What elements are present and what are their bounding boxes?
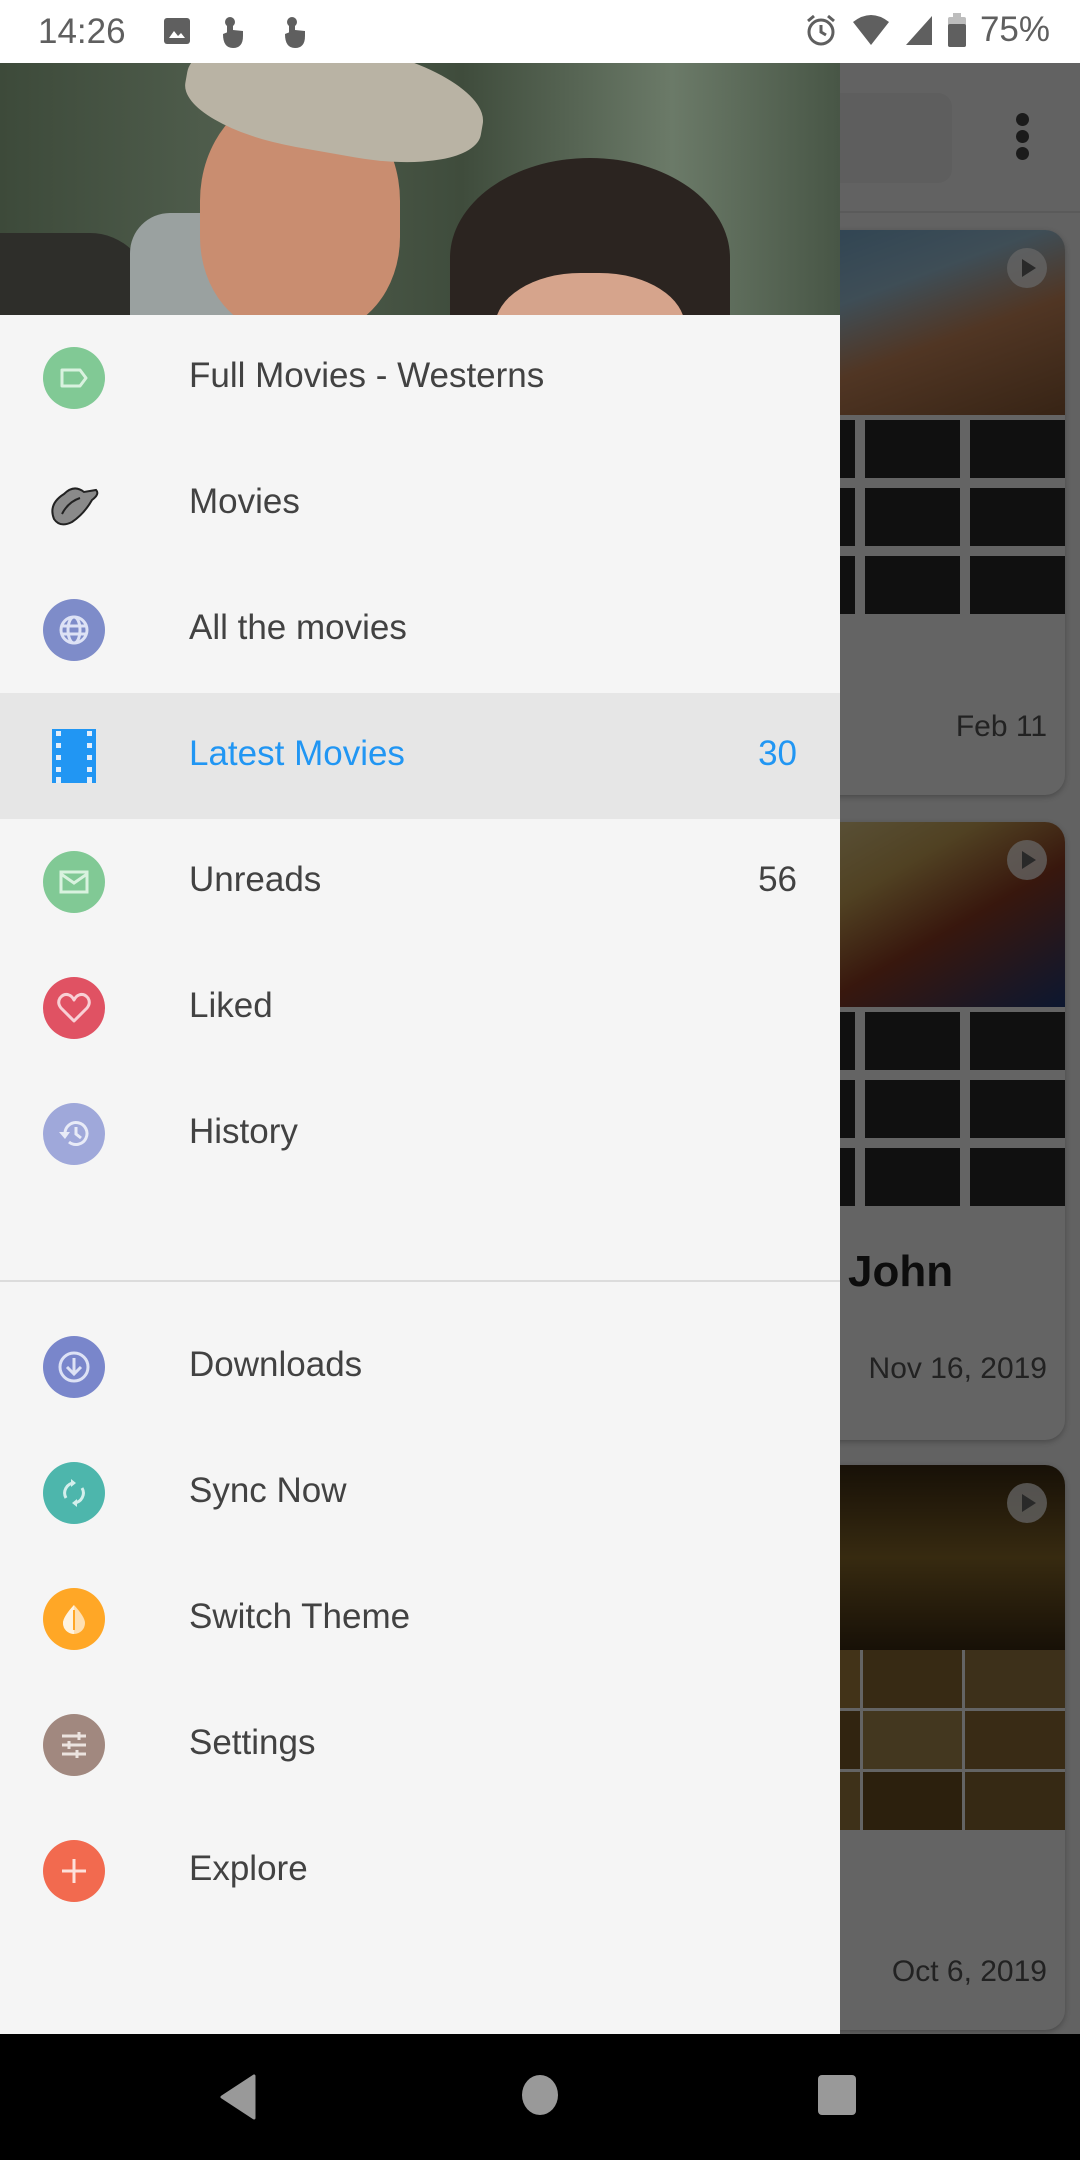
menu-item-unreads[interactable]: Unreads 56 <box>0 819 840 945</box>
home-icon[interactable] <box>522 2074 558 2116</box>
menu-item-switch-theme[interactable]: Switch Theme <box>0 1556 840 1682</box>
back-icon[interactable] <box>218 2074 258 2120</box>
battery-icon <box>947 13 966 47</box>
image-icon <box>164 18 190 44</box>
battery-percent: 75% <box>979 10 1050 49</box>
menu-item-label: All the movies <box>189 608 407 647</box>
menu-item-label: Latest Movies <box>189 734 405 773</box>
history-icon <box>43 1103 105 1165</box>
menu-item-count: 56 <box>758 860 797 899</box>
theme-icon <box>43 1588 105 1650</box>
alarm-icon <box>806 14 835 46</box>
menu-item-label: Settings <box>189 1723 316 1762</box>
menu-item-explore[interactable]: Explore <box>0 1808 840 1934</box>
globe-icon <box>43 599 105 661</box>
menu-item-latest-movies[interactable]: Latest Movies 30 <box>0 693 840 819</box>
menu-divider <box>0 1280 840 1282</box>
menu-item-label: Explore <box>189 1849 308 1888</box>
menu-item-history[interactable]: History <box>0 1071 840 1197</box>
menu-item-label: Sync Now <box>189 1471 347 1510</box>
heart-icon <box>43 977 105 1039</box>
menu-item-count: 30 <box>758 734 797 773</box>
mail-icon <box>43 851 105 913</box>
sync-icon <box>43 1462 105 1524</box>
drawer-header-image <box>0 63 840 315</box>
menu-item-settings[interactable]: Settings <box>0 1682 840 1808</box>
status-bar: 14:26 75% <box>0 0 1080 63</box>
settings-sliders-icon <box>43 1714 105 1776</box>
label-icon <box>43 347 105 409</box>
menu-item-movies[interactable]: Movies <box>0 441 840 567</box>
menu-item-downloads[interactable]: Downloads <box>0 1304 840 1430</box>
recents-icon[interactable] <box>817 2074 857 2116</box>
film-icon <box>43 725 105 787</box>
menu-item-sync-now[interactable]: Sync Now <box>0 1430 840 1556</box>
touch-icon <box>285 17 305 48</box>
add-icon <box>43 1840 105 1902</box>
menu-item-label: Switch Theme <box>189 1597 411 1636</box>
navigation-drawer: Full Movies - Westerns Movies All the mo… <box>0 63 840 2034</box>
menu-item-all-the-movies[interactable]: All the movies <box>0 567 840 693</box>
download-icon <box>43 1336 105 1398</box>
wifi-icon <box>852 15 889 45</box>
signal-icon <box>905 16 932 45</box>
system-nav-bar <box>0 2034 1080 2160</box>
cowboy-hat-icon <box>43 473 105 535</box>
menu-item-label: Movies <box>189 482 300 521</box>
menu-item-label: Full Movies - Westerns <box>189 356 545 395</box>
menu-item-liked[interactable]: Liked <box>0 945 840 1071</box>
menu-item-label: History <box>189 1112 298 1151</box>
touch-icon <box>223 17 243 48</box>
status-time: 14:26 <box>38 12 126 51</box>
menu-item-full-movies-westerns[interactable]: Full Movies - Westerns <box>0 315 840 441</box>
menu-item-label: Unreads <box>189 860 322 899</box>
menu-item-label: Downloads <box>189 1345 363 1384</box>
menu-item-label: Liked <box>189 986 273 1025</box>
